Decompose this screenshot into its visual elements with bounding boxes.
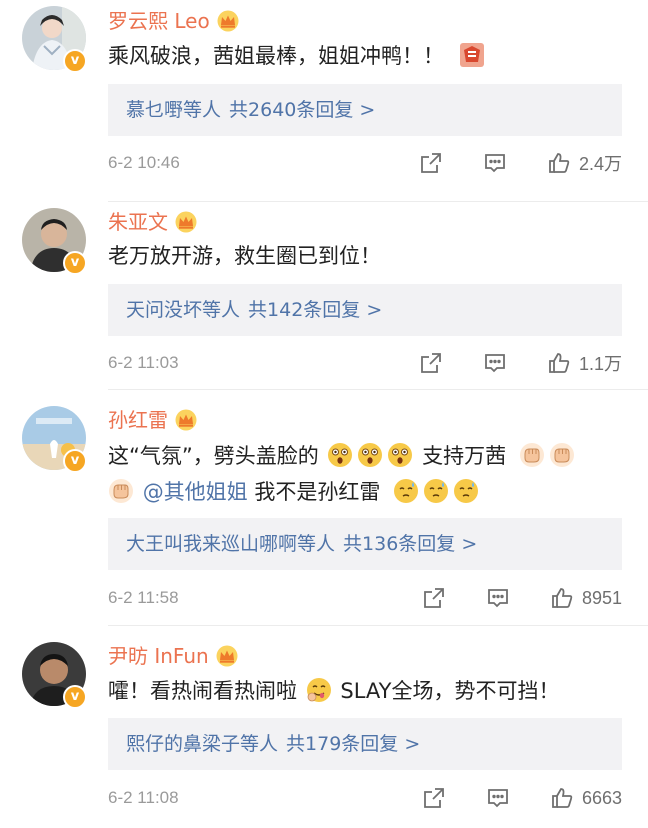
reply-user[interactable]: 熙仔的鼻梁子 (126, 733, 240, 755)
comment-text-segment: 我不是孙红雷 (247, 480, 381, 504)
name-line: 尹昉 InFun (108, 641, 239, 671)
user-name[interactable]: 朱亚文 (108, 207, 168, 237)
timestamp: 6-2 11:58 (108, 588, 179, 607)
comment-feed: v 罗云熙 Leo 乘风破浪，茜姐最棒，姐姐冲鸭！！ 慕乜嘢等人 共2640条回复… (0, 0, 648, 828)
reply-others-label: 等人 (240, 733, 279, 755)
reply-user[interactable]: 慕乜嘢 (126, 99, 183, 121)
comment-text: 这“气氛”，劈头盖脸的 支持万茜 (108, 438, 638, 474)
mention-link[interactable]: @其他姐姐 (143, 480, 248, 504)
comment-meta: 6-2 10:46 2.4万 (108, 148, 622, 178)
name-line: 朱亚文 (108, 207, 198, 237)
name-line: 罗云熙 Leo (108, 6, 240, 36)
reply-others-label: 等人 (297, 533, 336, 555)
action-bar: 6663 (422, 786, 622, 810)
comment-text: 乘风破浪，茜姐最棒，姐姐冲鸭！！ (108, 38, 638, 74)
comment-text: @其他姐姐 我不是孙红雷 (108, 474, 638, 510)
like-button[interactable]: 6663 (550, 786, 622, 810)
yum-emoji (306, 677, 332, 703)
fist-emoji (519, 442, 545, 468)
name-line: 孙红雷 (108, 405, 198, 435)
verified-badge-icon: v (63, 251, 87, 275)
sweat-emoji (453, 478, 479, 504)
user-name[interactable]: 罗云熙 Leo (108, 6, 210, 36)
crown-icon (174, 211, 198, 233)
comment-item: v 尹昉 InFun 嚯！看热闹看热闹啦 SLAY全场，势不可挡！ 熙仔的鼻梁子… (0, 626, 648, 828)
like-count: 6663 (581, 787, 622, 808)
comment-item: v 罗云熙 Leo 乘风破浪，茜姐最棒，姐姐冲鸭！！ 慕乜嘢等人 共2640条回复… (0, 0, 648, 202)
shocked-emoji (387, 442, 413, 468)
share-icon[interactable] (419, 351, 443, 375)
reply-count[interactable]: 共136条回复 > (343, 533, 477, 555)
user-name[interactable]: 孙红雷 (108, 405, 168, 435)
fist-emoji (549, 442, 575, 468)
user-name[interactable]: 尹昉 InFun (108, 641, 209, 671)
reply-summary[interactable]: 熙仔的鼻梁子等人 共179条回复 > (108, 718, 622, 770)
comment-icon[interactable] (483, 351, 507, 375)
comment-meta: 6-2 11:03 1.1万 (108, 348, 622, 378)
share-icon[interactable] (422, 786, 446, 810)
timestamp: 6-2 11:08 (108, 788, 179, 807)
reply-user[interactable]: 天问没坏 (126, 299, 202, 321)
comment-text-segment: SLAY全场，势不可挡！ (340, 679, 560, 703)
reply-count[interactable]: 共142条回复 > (248, 299, 382, 321)
comment-meta: 6-2 11:58 8951 (108, 583, 622, 613)
like-icon (550, 786, 574, 810)
sweat-emoji (393, 478, 419, 504)
shocked-emoji (327, 442, 353, 468)
timestamp: 6-2 10:46 (108, 153, 180, 172)
comment-text-segment: 支持万茜 (422, 444, 507, 468)
reply-count[interactable]: 共179条回复 > (286, 733, 420, 755)
like-icon (547, 151, 571, 175)
like-count: 8951 (581, 587, 622, 608)
like-button[interactable]: 8951 (550, 586, 622, 610)
like-count: 1.1万 (578, 354, 622, 374)
reply-others-label: 等人 (202, 299, 241, 321)
reply-summary[interactable]: 大王叫我来巡山哪啊等人 共136条回复 > (108, 518, 622, 570)
comment-text-segment: 这“气氛”，劈头盖脸的 (108, 444, 319, 468)
verified-badge-icon: v (63, 449, 87, 473)
share-icon[interactable] (419, 151, 443, 175)
action-bar: 8951 (422, 586, 622, 610)
like-button[interactable]: 1.1万 (547, 350, 622, 376)
reply-summary[interactable]: 天问没坏等人 共142条回复 > (108, 284, 622, 336)
action-bar: 2.4万 (419, 150, 622, 176)
shocked-emoji (357, 442, 383, 468)
timestamp: 6-2 11:03 (108, 353, 179, 372)
comment-text: 老万放开游，救生圈已到位！ (108, 238, 638, 274)
crown-icon (216, 10, 240, 32)
reply-others-label: 等人 (183, 99, 222, 121)
comment-meta: 6-2 11:08 6663 (108, 783, 622, 813)
fist-emoji (108, 478, 134, 504)
comment-text-segment: 乘风破浪，茜姐最棒，姐姐冲鸭！！ (108, 44, 444, 68)
sweat-emoji (423, 478, 449, 504)
zan-emoji (459, 42, 485, 68)
comment-icon[interactable] (486, 586, 510, 610)
like-button[interactable]: 2.4万 (547, 150, 622, 176)
reply-count[interactable]: 共2640条回复 > (229, 99, 375, 121)
share-icon[interactable] (422, 586, 446, 610)
crown-icon (174, 409, 198, 431)
action-bar: 1.1万 (419, 350, 622, 376)
comment-text: 嚯！看热闹看热闹啦 SLAY全场，势不可挡！ (108, 673, 638, 709)
comment-item: v 朱亚文 老万放开游，救生圈已到位！ 天问没坏等人 共142条回复 > 6-2 … (0, 202, 648, 390)
comment-icon[interactable] (483, 151, 507, 175)
like-icon (550, 586, 574, 610)
verified-badge-icon: v (63, 685, 87, 709)
comment-icon[interactable] (486, 786, 510, 810)
reply-user[interactable]: 大王叫我来巡山哪啊 (126, 533, 297, 555)
like-count: 2.4万 (578, 154, 622, 174)
comment-text-segment: 老万放开游，救生圈已到位！ (108, 244, 381, 268)
like-icon (547, 351, 571, 375)
crown-icon (215, 645, 239, 667)
comment-item: v 孙红雷 这“气氛”，劈头盖脸的 支持万茜 @其他姐姐 我不是孙红雷 大王叫我… (0, 390, 648, 626)
reply-summary[interactable]: 慕乜嘢等人 共2640条回复 > (108, 84, 622, 136)
verified-badge-icon: v (63, 49, 87, 73)
comment-text-segment: 嚯！看热闹看热闹啦 (108, 679, 297, 703)
